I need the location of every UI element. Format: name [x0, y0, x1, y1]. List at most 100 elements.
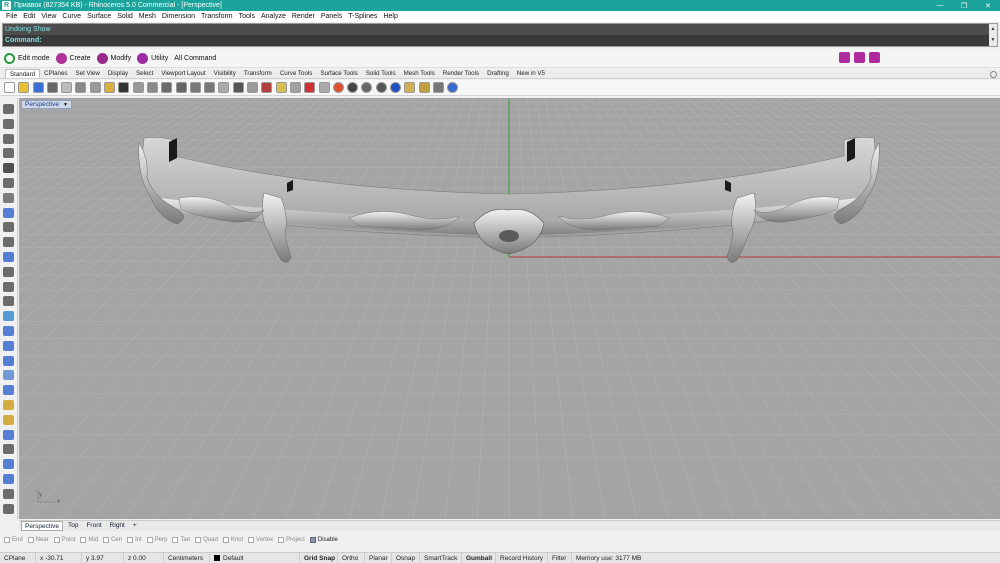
tab-perspective[interactable]: Perspective [21, 521, 63, 531]
revolve-icon[interactable] [3, 488, 14, 499]
help-icon[interactable] [447, 82, 459, 93]
close-icon[interactable]: ✕ [976, 0, 1000, 11]
tab-mesh-tools[interactable]: Mesh Tools [400, 69, 439, 78]
grid-snap-toggle[interactable]: Grid Snap [300, 552, 338, 563]
menu-surface[interactable]: Surface [84, 13, 114, 20]
trim-icon[interactable] [3, 311, 14, 322]
tsplines-cube-icon[interactable] [869, 52, 880, 63]
osnap-mid[interactable]: Mid [80, 536, 98, 543]
tab-curve-tools[interactable]: Curve Tools [276, 69, 317, 78]
osnap-point[interactable]: Point [53, 536, 75, 543]
open-icon[interactable] [18, 82, 30, 93]
all-command-button[interactable]: All Command [174, 55, 216, 62]
tab-surface-tools[interactable]: Surface Tools [316, 69, 361, 78]
cut-icon[interactable] [75, 82, 87, 93]
undo-icon[interactable] [118, 82, 130, 93]
transform-icon[interactable] [3, 414, 14, 425]
osnap-near[interactable]: Near [27, 536, 49, 543]
filter-toggle[interactable]: Filter [548, 552, 572, 563]
create-button[interactable]: Create [55, 52, 91, 64]
menu-file[interactable]: File [3, 13, 20, 20]
osnap-knot[interactable]: Knot [222, 536, 243, 543]
tab-solid-tools[interactable]: Solid Tools [362, 69, 400, 78]
osnap-cen[interactable]: Cen [103, 536, 122, 543]
cplane-icon[interactable] [261, 82, 273, 93]
zoom-selected-icon[interactable] [189, 82, 201, 93]
tab-drafting[interactable]: Drafting [483, 69, 513, 78]
loft-icon[interactable] [3, 385, 14, 396]
ellipse-icon[interactable] [3, 252, 14, 262]
undo-view-icon[interactable] [218, 82, 230, 93]
layer-selector[interactable]: Default [210, 552, 300, 563]
menu-panels[interactable]: Panels [318, 13, 345, 20]
select-icon[interactable] [418, 82, 430, 93]
analysis-icon[interactable] [404, 82, 416, 93]
line-icon[interactable] [3, 104, 14, 114]
new-icon[interactable] [4, 82, 15, 93]
tab-render-tools[interactable]: Render Tools [439, 69, 483, 78]
arc-icon[interactable] [3, 237, 14, 248]
units-indicator[interactable]: Centimeters [164, 552, 210, 563]
tab-display[interactable]: Display [104, 69, 132, 78]
tab-select[interactable]: Select [132, 69, 157, 78]
properties-icon[interactable] [289, 82, 301, 93]
viewport-title[interactable]: Perspective ▼ [21, 100, 72, 109]
planar-toggle[interactable]: Planar [365, 552, 392, 563]
light-icon[interactable] [304, 82, 316, 93]
utility-button[interactable]: Utility [137, 52, 168, 64]
move-icon[interactable] [432, 82, 444, 93]
osnap-disable[interactable]: Disable [309, 536, 338, 543]
tab-set-view[interactable]: Set View [72, 69, 104, 78]
add-viewport-icon[interactable]: + [130, 521, 140, 531]
osnap-perp[interactable]: Perp [146, 536, 167, 543]
extrude-icon[interactable] [3, 370, 14, 381]
edit-mode-button[interactable]: Edit mode [4, 52, 50, 64]
save-icon[interactable] [32, 82, 44, 93]
minimize-icon[interactable]: — [928, 0, 952, 11]
ortho-toggle[interactable]: Ortho [338, 552, 365, 563]
command-prompt[interactable]: Command: [3, 35, 997, 46]
render-icon[interactable] [361, 82, 373, 93]
tsplines-box-icon[interactable] [854, 52, 865, 63]
perspective-viewport[interactable]: y x Perspective ▼ [19, 98, 1000, 519]
tab-viewport-layout[interactable]: Viewport Layout [157, 69, 209, 78]
paste-icon[interactable] [104, 82, 116, 93]
gumball-toggle[interactable]: Gumball [462, 552, 496, 563]
split-icon[interactable] [3, 326, 14, 336]
curve-tool-icon[interactable] [3, 207, 14, 218]
osnap-end[interactable]: End [4, 536, 23, 543]
tab-standard[interactable]: Standard [5, 69, 41, 78]
command-scroll-icon[interactable]: ▲ ▼ [989, 24, 997, 46]
tsplines-icon[interactable] [839, 52, 850, 63]
polyline-tool-icon[interactable] [3, 192, 14, 203]
menu-dimension[interactable]: Dimension [159, 13, 198, 20]
print-icon[interactable] [46, 82, 58, 93]
dimension-icon[interactable] [3, 444, 14, 455]
menu-tsplines[interactable]: T-Splines [345, 13, 380, 20]
menu-render[interactable]: Render [289, 13, 318, 20]
tab-cplanes[interactable]: CPlanes [40, 69, 71, 78]
osnap-toggle[interactable]: Osnap [392, 552, 420, 563]
box-icon[interactable] [3, 340, 14, 351]
modify-button[interactable]: Modify [96, 52, 131, 64]
menu-transform[interactable]: Transform [198, 13, 236, 20]
chevron-down-icon[interactable]: ▼ [63, 101, 68, 109]
point-icon[interactable] [3, 178, 14, 188]
polygon-icon[interactable] [3, 281, 14, 292]
tab-visibility[interactable]: Visibility [210, 69, 240, 78]
smarttrack-toggle[interactable]: SmartTrack [420, 552, 462, 563]
surface-icon[interactable] [3, 474, 14, 484]
sphere-icon[interactable] [347, 82, 359, 93]
osnap-int[interactable]: Int [127, 536, 142, 543]
curve-icon[interactable] [3, 133, 14, 144]
boolean-icon[interactable] [3, 400, 14, 410]
import-icon[interactable] [61, 82, 73, 93]
polyline-icon[interactable] [3, 118, 14, 129]
circle-icon[interactable] [3, 222, 14, 233]
zoom-extents-icon[interactable] [175, 82, 187, 93]
toolbar-options-icon[interactable] [990, 71, 997, 78]
menu-help[interactable]: Help [380, 13, 400, 20]
copy-icon[interactable] [89, 82, 101, 93]
cplane-indicator[interactable]: CPlane [0, 552, 36, 563]
menu-mesh[interactable]: Mesh [136, 13, 159, 20]
